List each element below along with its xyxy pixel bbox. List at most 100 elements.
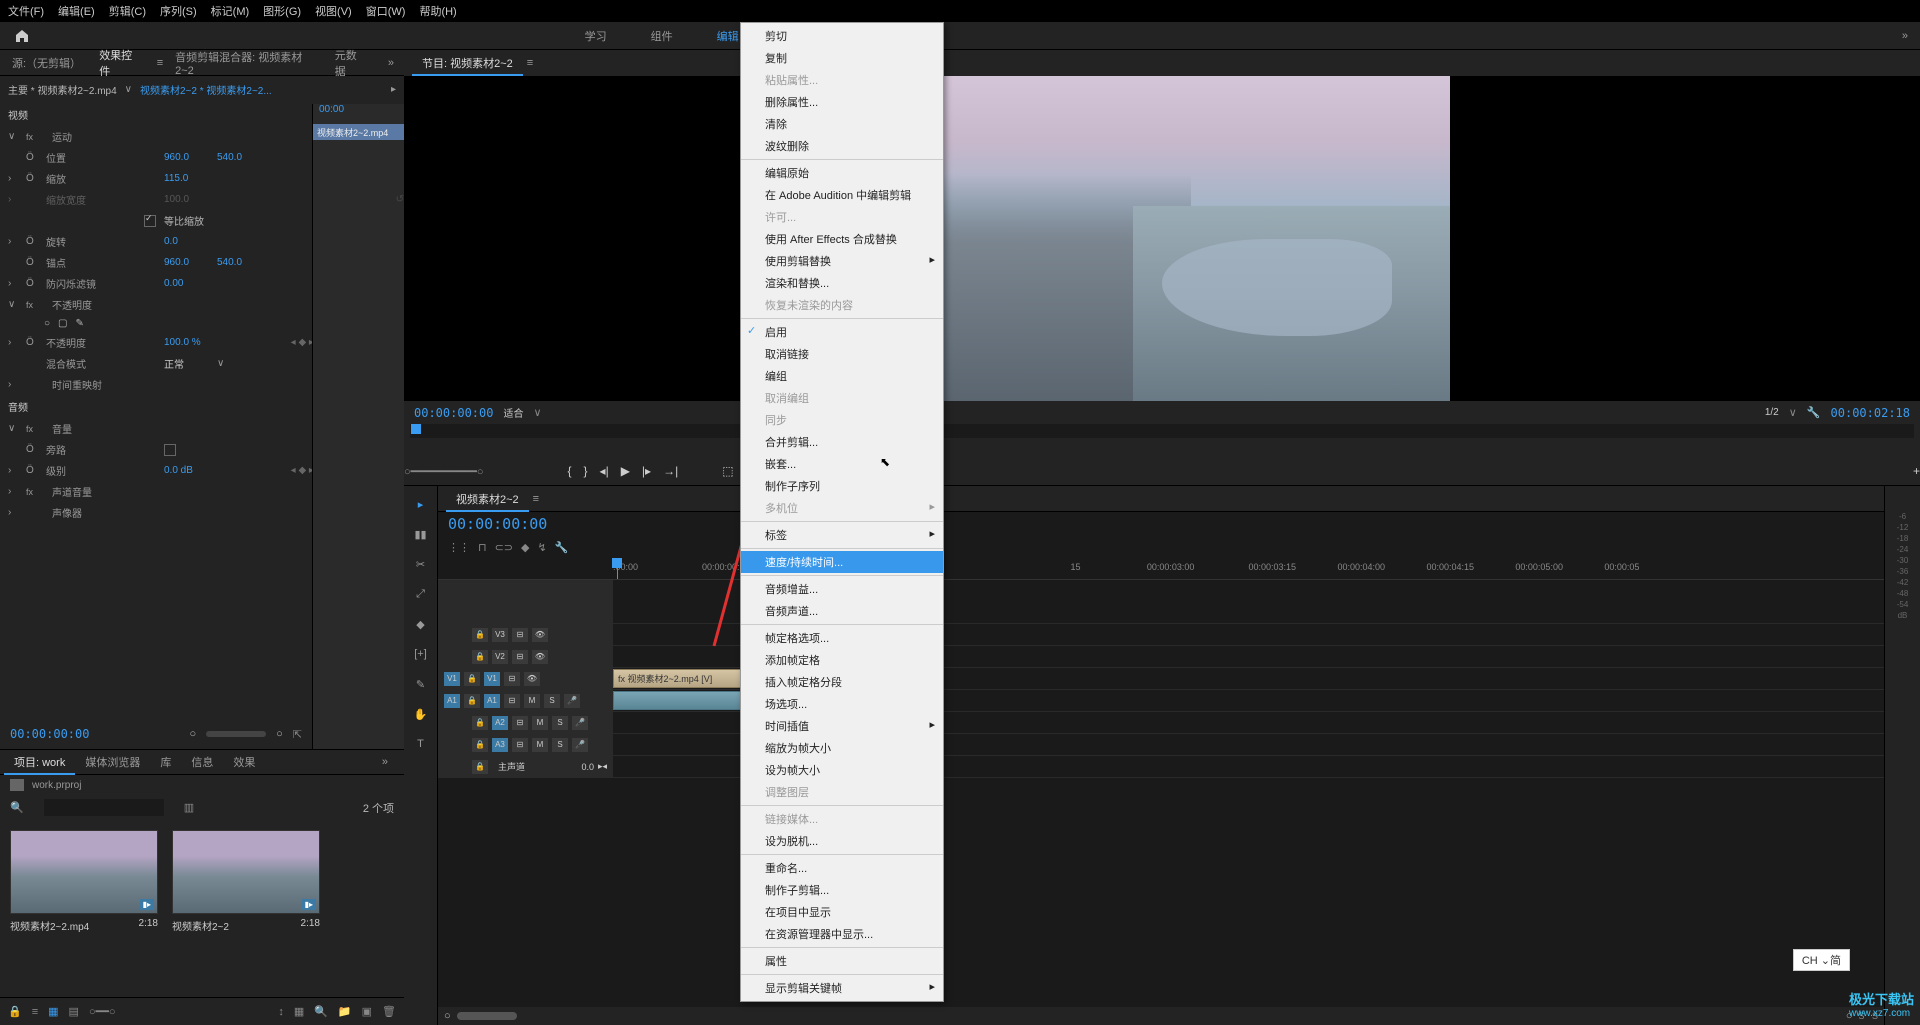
context-menu-item[interactable]: 速度/持续时间...: [741, 551, 943, 573]
mute-button[interactable]: M: [532, 738, 548, 752]
context-menu-item[interactable]: 时间插值: [741, 715, 943, 737]
wrench-icon[interactable]: 🔧: [1807, 406, 1821, 419]
context-menu-item[interactable]: 设为脱机...: [741, 830, 943, 852]
fx-pos-x[interactable]: 960.0: [164, 152, 209, 163]
reset-icon[interactable]: ↺: [396, 194, 404, 205]
track-visibility-icon[interactable]: ⊟: [512, 738, 528, 752]
list-view-icon[interactable]: ≡: [32, 1006, 38, 1018]
program-scrubber[interactable]: [410, 424, 1914, 438]
track-lock-icon[interactable]: 🔒: [464, 694, 480, 708]
context-menu-item[interactable]: 在 Adobe Audition 中编辑剪辑: [741, 184, 943, 206]
context-menu-item[interactable]: 场选项...: [741, 693, 943, 715]
pen-tool-icon[interactable]: [+]: [409, 642, 433, 666]
fx-scale-value[interactable]: 115.0: [164, 173, 209, 184]
program-timecode-left[interactable]: 00:00:00:00: [414, 406, 493, 420]
tab-menu-icon[interactable]: ≡: [527, 57, 533, 69]
zoom-icon[interactable]: ○: [276, 728, 283, 740]
context-menu-item[interactable]: 嵌套...: [741, 453, 943, 475]
stopwatch-icon[interactable]: Ö: [26, 257, 38, 268]
fx-antiflicker-value[interactable]: 0.00: [164, 278, 209, 289]
zoom-scrollbar[interactable]: [457, 1012, 517, 1020]
context-menu-item[interactable]: 音频声道...: [741, 600, 943, 622]
workspace-more[interactable]: »: [1902, 30, 1908, 42]
mark-out-icon[interactable]: }: [584, 464, 588, 478]
selection-tool-icon[interactable]: ▸: [409, 492, 433, 516]
track-lock-icon[interactable]: 🔒: [472, 738, 488, 752]
menu-file[interactable]: 文件(F): [8, 3, 44, 19]
track-master[interactable]: 🔒主声道0.0▸◂: [438, 756, 1884, 778]
playhead-indicator[interactable]: [411, 424, 421, 434]
context-menu-item[interactable]: 波纹删除: [741, 135, 943, 157]
menu-markers[interactable]: 标记(M): [211, 3, 250, 19]
rect-mask-icon[interactable]: ▢: [58, 318, 67, 329]
track-output-icon[interactable]: 👁: [532, 650, 548, 664]
track-a3[interactable]: 🔒A3⊟MS🎤: [438, 734, 1884, 756]
fx-anchor-y[interactable]: 540.0: [217, 257, 262, 268]
workspace-learn[interactable]: 学习: [577, 24, 615, 48]
timeline-timecode[interactable]: 00:00:00:00: [448, 515, 547, 533]
context-menu-item[interactable]: 合并剪辑...: [741, 431, 943, 453]
track-a2[interactable]: 🔒A2⊟MS🎤: [438, 712, 1884, 734]
insert-mode-icon[interactable]: ⋮⋮: [448, 541, 470, 554]
linked-selection-icon[interactable]: ⊂⊃: [495, 541, 513, 554]
track-output-icon[interactable]: 👁: [524, 672, 540, 686]
ellipse-mask-icon[interactable]: ○: [44, 318, 50, 329]
track-target-a1[interactable]: A1: [484, 694, 500, 708]
delete-icon[interactable]: 🗑: [382, 1005, 396, 1018]
hand-tool-icon[interactable]: ✋: [409, 702, 433, 726]
track-target-v2[interactable]: V2: [492, 650, 508, 664]
project-thumbnail[interactable]: ▮▸: [10, 830, 158, 914]
track-v1[interactable]: V1🔒V1⊟👁 fx 视频素材2~2.mp4 [V]: [438, 668, 1884, 690]
context-menu-item[interactable]: 设为帧大小: [741, 759, 943, 781]
context-menu-item[interactable]: 属性: [741, 950, 943, 972]
track-lock-icon[interactable]: 🔒: [472, 716, 488, 730]
mark-in-icon[interactable]: {: [568, 464, 572, 478]
tab-menu-icon[interactable]: ≡: [157, 57, 163, 69]
razor-tool-icon[interactable]: ⤢: [409, 582, 433, 606]
context-menu-item[interactable]: 显示剪辑关键帧: [741, 977, 943, 999]
play-icon[interactable]: ▶: [621, 464, 630, 478]
context-menu-item[interactable]: 使用剪辑替换: [741, 250, 943, 272]
filter-icon[interactable]: ▥: [184, 801, 194, 814]
workspace-assembly[interactable]: 组件: [643, 24, 681, 48]
new-bin-icon[interactable]: 📁: [338, 1005, 352, 1018]
source-patch-a1[interactable]: A1: [444, 694, 460, 708]
context-menu-item[interactable]: 插入帧定格分段: [741, 671, 943, 693]
context-menu-item[interactable]: 清除: [741, 113, 943, 135]
context-menu-item[interactable]: 编组: [741, 365, 943, 387]
playhead[interactable]: [617, 558, 618, 579]
context-menu-item[interactable]: 制作子剪辑...: [741, 879, 943, 901]
snap-icon[interactable]: ⊓: [478, 541, 487, 554]
bypass-checkbox[interactable]: [164, 444, 176, 456]
timeline-ruler[interactable]: :00:00 00:00:00:15 00:00:01 15 00:00:03:…: [438, 558, 1884, 580]
zoom-slider-icon[interactable]: ○━━○: [89, 1005, 116, 1018]
context-menu-item[interactable]: 剪切: [741, 25, 943, 47]
stopwatch-icon[interactable]: Ö: [26, 465, 38, 476]
context-menu-item[interactable]: 启用: [741, 321, 943, 343]
slip-tool-icon[interactable]: ◆: [409, 612, 433, 636]
tab-menu-icon[interactable]: ≡: [533, 493, 539, 505]
stopwatch-icon[interactable]: Ö: [26, 152, 38, 163]
context-menu-item[interactable]: 标签: [741, 524, 943, 546]
project-thumbnail[interactable]: ▮▸: [172, 830, 320, 914]
track-v2[interactable]: 🔒V2⊟👁: [438, 646, 1884, 668]
context-menu-item[interactable]: 在资源管理器中显示...: [741, 923, 943, 945]
lift-icon[interactable]: ⬚: [722, 464, 733, 478]
clip-context-menu[interactable]: 剪切复制粘贴属性...删除属性...清除波纹删除编辑原始在 Adobe Audi…: [740, 22, 944, 1002]
track-target-v1[interactable]: V1: [484, 672, 500, 686]
context-menu-item[interactable]: 使用 After Effects 合成替换: [741, 228, 943, 250]
menu-graphics[interactable]: 图形(G): [263, 3, 301, 19]
export-icon[interactable]: ⇱: [293, 728, 302, 741]
track-target-a2[interactable]: A2: [492, 716, 508, 730]
context-menu-item[interactable]: 编辑原始: [741, 162, 943, 184]
meter-icon[interactable]: ▸◂: [598, 761, 607, 772]
go-end-icon[interactable]: →|: [663, 464, 678, 478]
lock-icon[interactable]: 🔒: [8, 1005, 22, 1018]
track-target-v3[interactable]: V3: [492, 628, 508, 642]
track-lock-icon[interactable]: 🔒: [472, 628, 488, 642]
home-icon[interactable]: [12, 26, 32, 46]
tab-effects[interactable]: 效果: [223, 750, 265, 774]
step-back-icon[interactable]: ◂|: [600, 464, 609, 478]
tab-program[interactable]: 节目: 视频素材2~2: [412, 51, 523, 75]
solo-button[interactable]: S: [544, 694, 560, 708]
